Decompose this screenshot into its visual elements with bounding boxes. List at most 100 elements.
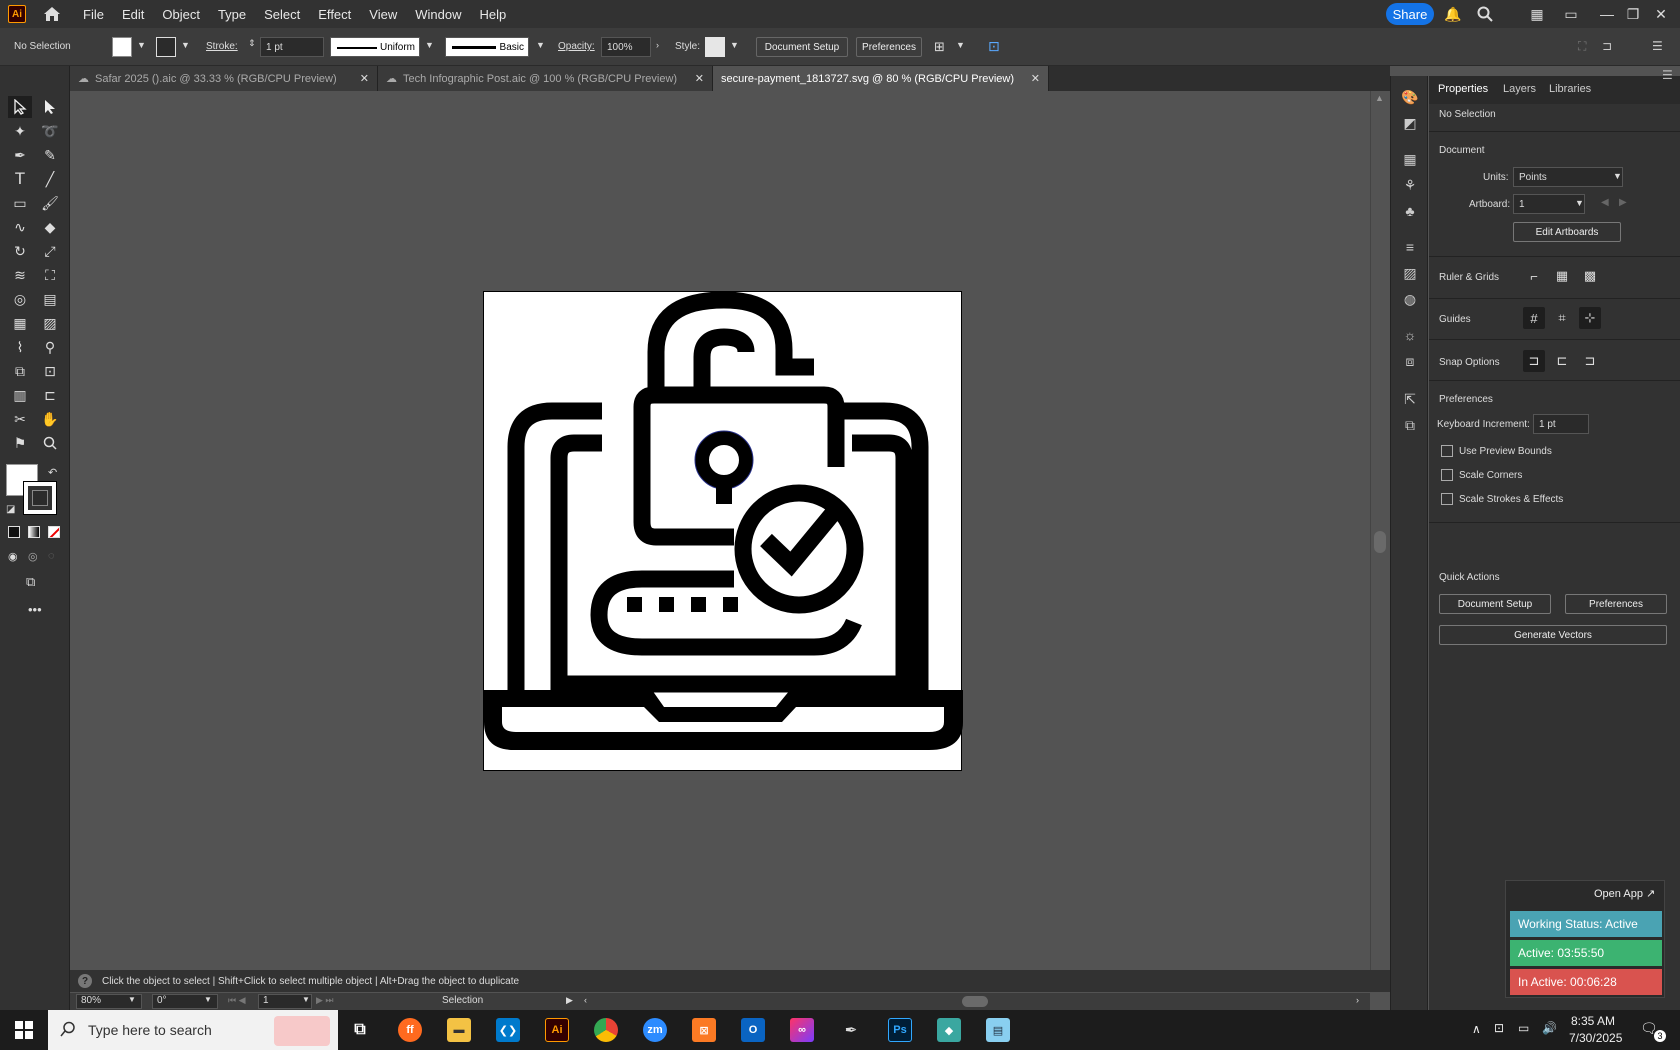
units-select[interactable]: Points	[1513, 167, 1623, 187]
menu-view[interactable]: View	[360, 7, 406, 22]
gradient-mode-icon[interactable]	[28, 526, 40, 538]
chevron-down-icon[interactable]: ▼	[302, 995, 310, 1004]
color-mode-icon[interactable]	[8, 526, 20, 538]
generate-vectors-button[interactable]: Generate Vectors	[1439, 625, 1667, 645]
clock-date[interactable]: 7/30/2025	[1569, 1031, 1622, 1045]
blend-tool-icon[interactable]: ⌇	[8, 336, 32, 358]
paintbrush-icon[interactable]: 🖌	[38, 192, 62, 214]
arrange-icon[interactable]: ▭	[1562, 5, 1580, 23]
symbol-tool-icon[interactable]: ⊡	[38, 360, 62, 382]
lock-guides-icon[interactable]: ⌗	[1551, 307, 1573, 329]
opacity-label[interactable]: Opacity:	[558, 41, 595, 52]
share-button[interactable]: Share	[1386, 3, 1434, 25]
shaper-tool-icon[interactable]: ∿	[8, 216, 32, 238]
menu-window[interactable]: Window	[406, 7, 470, 22]
color-guide-icon[interactable]: ◩	[1401, 114, 1419, 132]
app-icon[interactable]: ◆	[937, 1018, 961, 1042]
snap-to-grid-icon[interactable]: ⊏	[1551, 350, 1573, 372]
hand-tool-icon[interactable]: ✋	[38, 408, 62, 430]
document-setup-button[interactable]: Document Setup	[756, 37, 848, 57]
chevron-down-icon[interactable]: ▼	[1613, 171, 1622, 181]
appearance-icon[interactable]: ☼	[1401, 326, 1419, 344]
creative-cloud-icon[interactable]: ∞	[790, 1018, 814, 1042]
mesh-tool-icon[interactable]: ▦	[8, 312, 32, 334]
fill-swatch[interactable]	[112, 37, 132, 57]
help-icon[interactable]: ?	[78, 974, 92, 988]
task-view-icon[interactable]: ⧉	[348, 1018, 372, 1042]
menu-object[interactable]: Object	[153, 7, 209, 22]
transform-icon[interactable]: ⛶	[1578, 39, 1586, 54]
file-explorer-icon[interactable]: ▬	[447, 1018, 471, 1042]
gradient-tool-icon[interactable]: ▨	[38, 312, 62, 334]
screen-mode-icon[interactable]: ⧉	[26, 574, 35, 590]
prev-artboard-icon[interactable]: ◀	[1601, 197, 1609, 208]
photoshop-icon[interactable]: Ps	[888, 1018, 912, 1042]
rectangle-tool-icon[interactable]: ▭	[8, 192, 32, 214]
workspace-icon[interactable]: ▦	[1528, 5, 1546, 23]
perspective-grid-icon[interactable]: ▤	[38, 288, 62, 310]
tab-layers[interactable]: Layers	[1503, 83, 1536, 95]
slice-tool-icon[interactable]: ✂	[8, 408, 32, 430]
line-tool-icon[interactable]: ╱	[38, 168, 62, 190]
firefox-icon[interactable]: ff	[398, 1018, 422, 1042]
home-icon[interactable]	[42, 4, 62, 24]
chrome-icon[interactable]	[594, 1018, 618, 1042]
symbol-sprayer-icon[interactable]: ⧉	[8, 360, 32, 382]
chevron-down-icon[interactable]: ▼	[956, 40, 965, 50]
edit-artboards-button[interactable]: Edit Artboards	[1513, 222, 1621, 242]
notepad-icon[interactable]: ▤	[986, 1018, 1010, 1042]
bell-icon[interactable]: 🔔	[1444, 5, 1462, 23]
width-tool-icon[interactable]: ≋	[8, 264, 32, 286]
scroll-thumb[interactable]	[1374, 531, 1386, 553]
minimize-icon[interactable]: —	[1598, 5, 1616, 23]
close-icon[interactable]: ✕	[1031, 72, 1040, 85]
chevron-right-icon[interactable]: ›	[656, 40, 659, 50]
illustrator-icon[interactable]: Ai	[545, 1018, 569, 1042]
graphic-style-swatch[interactable]	[705, 37, 725, 57]
gradient-panel-icon[interactable]: ▨	[1401, 264, 1419, 282]
graphic-styles-icon[interactable]: ⧈	[1401, 352, 1419, 370]
graph-tool-icon[interactable]: ▥	[8, 384, 32, 406]
stepper-icon[interactable]: ⇕	[248, 38, 256, 49]
brushes-icon[interactable]: ⚘	[1401, 176, 1419, 194]
draw-behind-icon[interactable]: ◎	[28, 550, 38, 563]
shape-builder-icon[interactable]: ◎	[8, 288, 32, 310]
close-icon[interactable]: ✕	[695, 72, 704, 85]
more-tools-icon[interactable]: •••	[28, 602, 42, 617]
isolate-icon[interactable]: ⊐	[1602, 39, 1612, 53]
brush-definition[interactable]: Basic	[445, 37, 529, 57]
symbols-icon[interactable]: ♣	[1401, 202, 1419, 220]
draw-inside-icon[interactable]: ◌	[48, 550, 55, 562]
tab-tech-infographic[interactable]: ☁ Tech Infographic Post.aic @ 100 % (RGB…	[378, 66, 713, 91]
print-tiling-icon[interactable]: ⚑	[8, 432, 32, 454]
recolor-icon[interactable]: ⊡	[988, 38, 1000, 55]
menu-help[interactable]: Help	[470, 7, 515, 22]
volume-icon[interactable]: 🔊	[1542, 1021, 1557, 1035]
pen-tool-icon[interactable]: ✒	[8, 144, 32, 166]
chevron-down-icon[interactable]: ▼	[204, 995, 212, 1004]
vscode-icon[interactable]: ❮❯	[496, 1018, 520, 1042]
tab-safar[interactable]: ☁ Safar 2025 ().aic @ 33.33 % (RGB/CPU P…	[70, 66, 378, 91]
tray-overflow-icon[interactable]: ∧	[1472, 1022, 1481, 1036]
panel-menu-icon[interactable]: ☰	[1652, 39, 1663, 53]
scale-corners-checkbox[interactable]	[1441, 469, 1453, 481]
curvature-tool-icon[interactable]: ✎	[38, 144, 62, 166]
stroke-label[interactable]: Stroke:	[206, 41, 238, 52]
keyboard-increment-input[interactable]: 1 pt	[1533, 414, 1589, 434]
draw-normal-icon[interactable]: ◉	[8, 550, 18, 563]
hscroll-thumb[interactable]	[962, 996, 988, 1007]
transparency-grid-icon[interactable]: ▩	[1579, 265, 1601, 287]
chevron-down-icon[interactable]: ▼	[730, 40, 739, 50]
type-tool-icon[interactable]: T	[8, 168, 32, 190]
scroll-up-icon[interactable]: ▲	[1375, 93, 1384, 103]
color-panel-icon[interactable]: 🎨	[1401, 88, 1419, 106]
swap-colors-icon[interactable]: ↶	[48, 466, 57, 479]
transparency-icon[interactable]: ◍	[1401, 290, 1419, 308]
free-transform-icon[interactable]: ⛶	[38, 264, 62, 286]
open-app-link[interactable]: Open App ↗	[1594, 887, 1655, 900]
taskbar-search[interactable]: Type here to search	[48, 1010, 338, 1050]
menu-file[interactable]: File	[74, 7, 113, 22]
panel-menu-icon[interactable]: ☰	[1662, 68, 1673, 82]
zoom-icon[interactable]: zm	[643, 1018, 667, 1042]
chevron-down-icon[interactable]: ▼	[1575, 198, 1584, 208]
